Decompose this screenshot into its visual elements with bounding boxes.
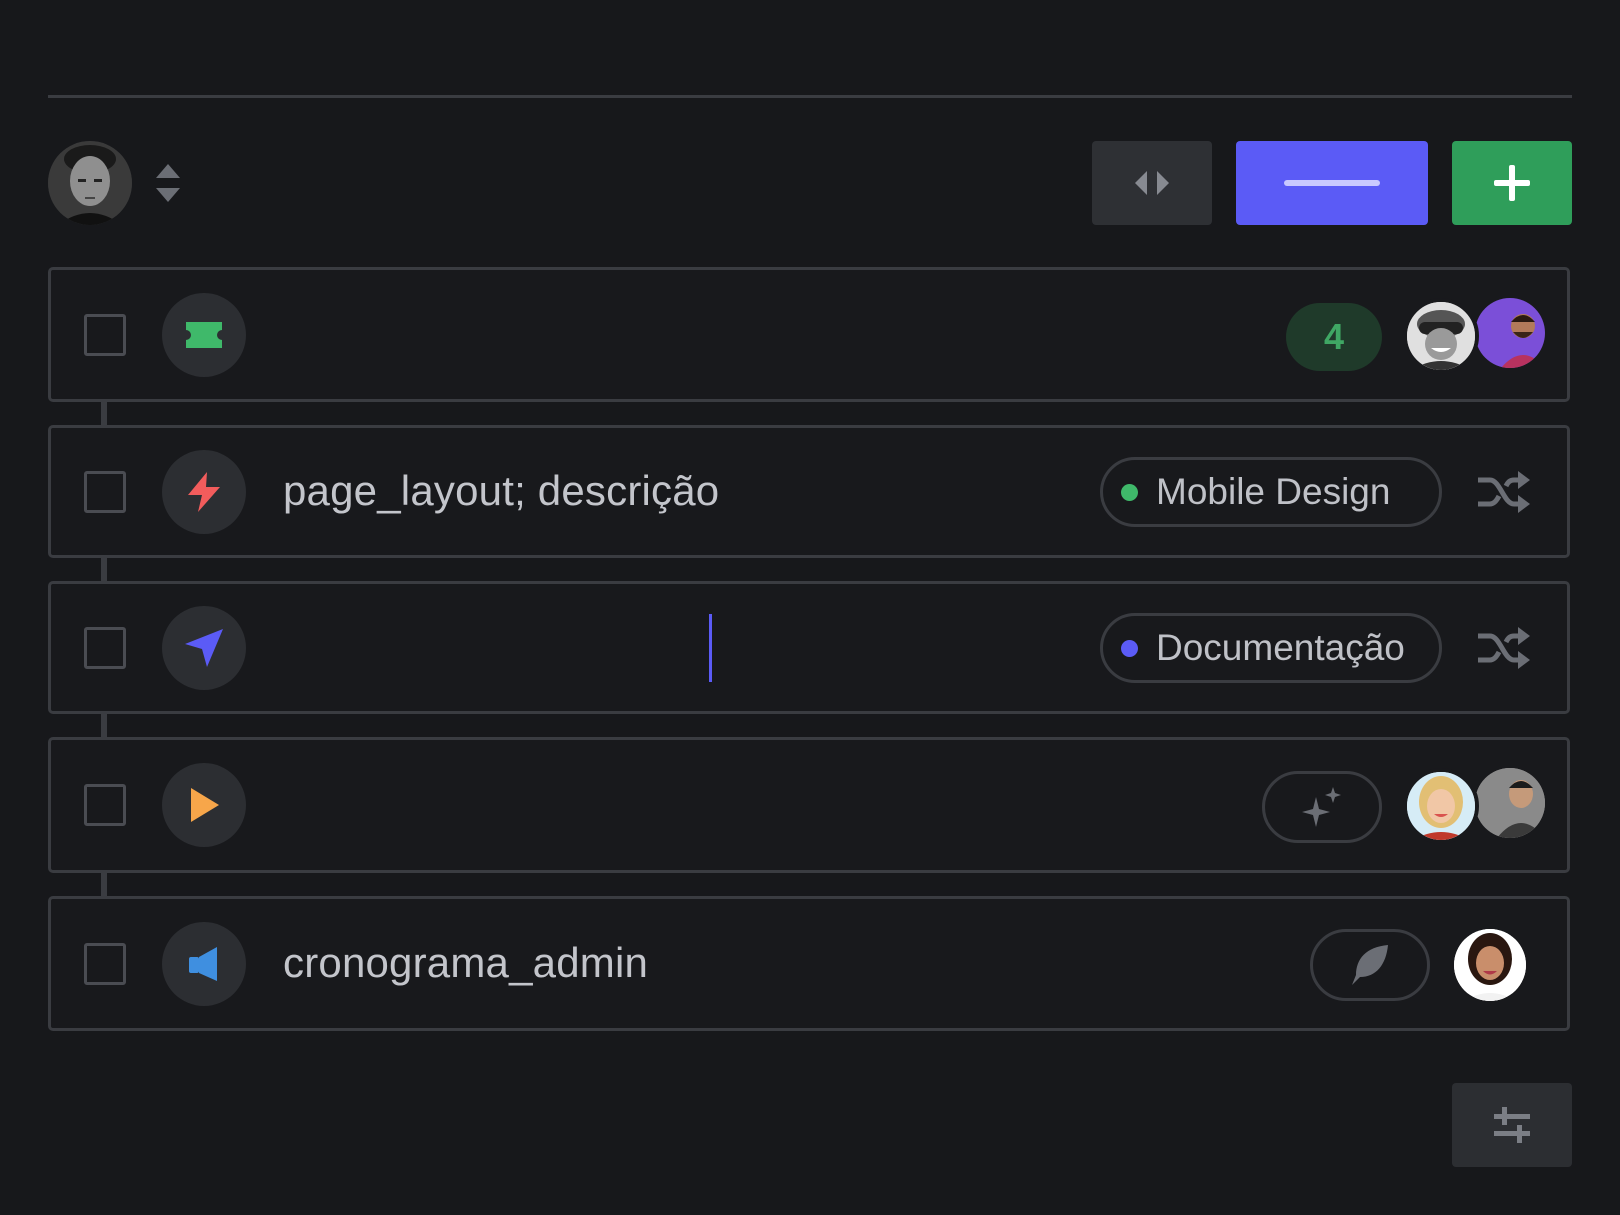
plus-icon	[1494, 165, 1530, 201]
row-type-icon	[162, 921, 246, 1006]
avatar-man-beard[interactable]	[1475, 298, 1545, 368]
row-type-icon	[162, 292, 246, 377]
row-checkbox[interactable]	[84, 470, 126, 513]
sparkles-icon	[1302, 787, 1341, 827]
tag-pill[interactable]: Mobile Design	[1100, 457, 1442, 527]
row-checkbox[interactable]	[84, 313, 126, 356]
top-divider	[48, 95, 1572, 98]
row-title[interactable]: page_layout; descrição	[283, 467, 719, 515]
settings-button[interactable]	[1452, 1083, 1572, 1167]
connector-line	[101, 712, 107, 739]
megaphone-icon	[189, 946, 217, 981]
primary-action-button[interactable]	[1236, 141, 1428, 225]
lightning-icon	[188, 471, 220, 512]
task-row[interactable]	[48, 737, 1570, 873]
sort-updown-icon[interactable]	[152, 160, 184, 206]
task-row[interactable]: Documentação	[48, 581, 1570, 714]
row-type-icon	[162, 449, 246, 534]
avatar-man-hoodie[interactable]	[1475, 768, 1545, 838]
row-checkbox[interactable]	[84, 784, 126, 826]
ticket-icon	[186, 321, 222, 348]
avatar-woman-smiling[interactable]	[1454, 929, 1526, 1001]
add-button[interactable]	[1452, 141, 1572, 225]
sliders-icon	[1494, 1107, 1530, 1143]
split-arrows-icon	[1135, 171, 1169, 195]
feather-icon	[1352, 945, 1388, 985]
minus-icon	[1284, 180, 1380, 186]
count-badge[interactable]: 4	[1286, 303, 1382, 371]
shuffle-icon[interactable]	[1476, 624, 1532, 672]
sparkles-button[interactable]	[1262, 771, 1382, 843]
tag-color-dot	[1121, 483, 1138, 501]
task-row[interactable]: cronograma_admin	[48, 896, 1570, 1031]
play-icon	[191, 788, 219, 822]
tag-label: Documentação	[1156, 627, 1405, 668]
tag-label: Mobile Design	[1156, 471, 1391, 512]
connector-line	[101, 871, 107, 898]
split-view-button[interactable]	[1092, 141, 1212, 225]
row-type-icon	[162, 763, 246, 847]
row-type-icon	[162, 605, 246, 690]
text-caret	[709, 614, 712, 682]
avatar-woman-blonde[interactable]	[1403, 768, 1479, 844]
shuffle-icon[interactable]	[1476, 468, 1532, 516]
row-checkbox[interactable]	[84, 942, 126, 985]
connector-line	[101, 556, 107, 583]
row-checkbox[interactable]	[84, 626, 126, 669]
row-title[interactable]: cronograma_admin	[283, 939, 648, 987]
task-row[interactable]: 4	[48, 267, 1570, 402]
feather-button[interactable]	[1310, 929, 1430, 1001]
avatar-woman-goggles[interactable]	[1403, 298, 1479, 374]
send-icon	[185, 628, 223, 667]
tag-pill[interactable]: Documentação	[1100, 613, 1442, 683]
connector-line	[101, 400, 107, 427]
user-avatar[interactable]	[48, 141, 132, 225]
task-row[interactable]: page_layout; descrição Mobile Design	[48, 425, 1570, 558]
tag-color-dot	[1121, 639, 1138, 657]
